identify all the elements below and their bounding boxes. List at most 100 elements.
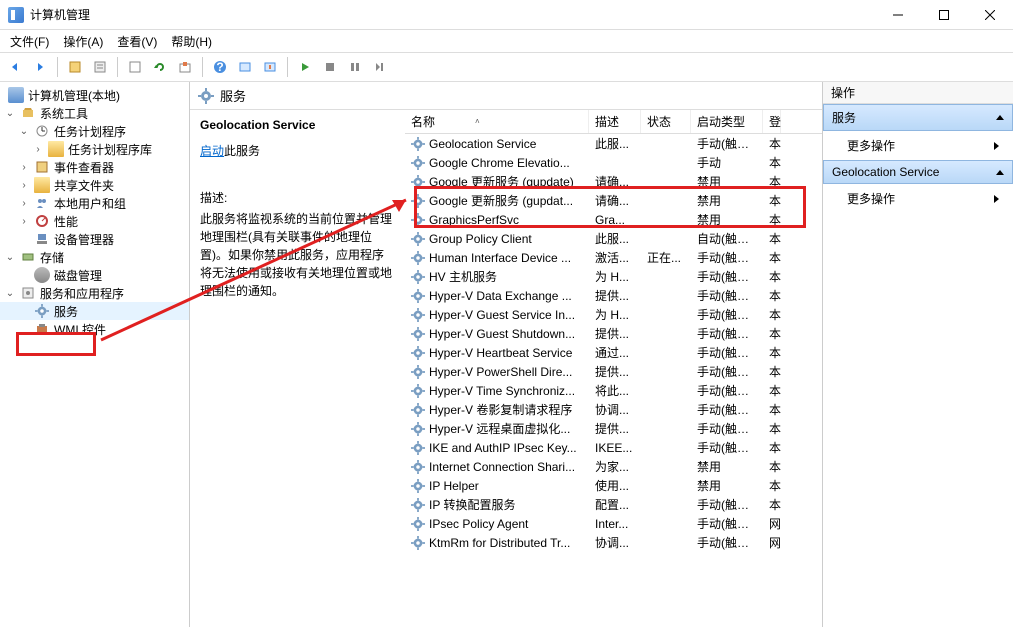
- service-row[interactable]: Hyper-V Data Exchange ...提供...手动(触发...本: [405, 286, 822, 305]
- play-button[interactable]: [294, 56, 316, 78]
- toolbar-btn-1[interactable]: [64, 56, 86, 78]
- tree-root-label: 计算机管理(本地): [28, 87, 120, 104]
- service-row[interactable]: Human Interface Device ...激活...正在...手动(触…: [405, 248, 822, 267]
- maximize-button[interactable]: [921, 0, 967, 30]
- column-startup[interactable]: 启动类型: [691, 110, 763, 133]
- menu-file[interactable]: 文件(F): [4, 31, 55, 52]
- column-status[interactable]: 状态: [641, 110, 691, 133]
- refresh-button[interactable]: [149, 56, 171, 78]
- actions-more-2[interactable]: 更多操作: [823, 184, 1013, 213]
- service-logon: 本: [763, 287, 781, 304]
- tree-task-scheduler[interactable]: ⌄任务计划程序: [0, 122, 189, 140]
- service-row[interactable]: IKE and AuthIP IPsec Key...IKEE...手动(触发.…: [405, 438, 822, 457]
- service-logon: 本: [763, 135, 781, 152]
- toolbar-btn-7[interactable]: [259, 56, 281, 78]
- column-desc[interactable]: 描述: [589, 110, 641, 133]
- service-logon: 本: [763, 458, 781, 475]
- service-desc: 为 H...: [589, 306, 641, 323]
- gear-icon: [411, 232, 425, 246]
- service-name: Hyper-V Heartbeat Service: [429, 346, 572, 360]
- service-row[interactable]: Hyper-V Time Synchroniz...将此...手动(触发...本: [405, 381, 822, 400]
- service-row[interactable]: Geolocation Service此服...手动(触发...本: [405, 134, 822, 153]
- service-row[interactable]: KtmRm for Distributed Tr...协调...手动(触发...…: [405, 533, 822, 552]
- service-row[interactable]: IP Helper使用...禁用本: [405, 476, 822, 495]
- gear-icon: [411, 194, 425, 208]
- service-row[interactable]: Hyper-V Heartbeat Service通过...手动(触发...本: [405, 343, 822, 362]
- column-logon[interactable]: 登: [763, 110, 781, 133]
- gear-icon: [411, 156, 425, 170]
- start-service-link[interactable]: 启动此服务: [200, 142, 395, 159]
- selected-service-name: Geolocation Service: [200, 118, 395, 132]
- help-button[interactable]: ?: [209, 56, 231, 78]
- service-row[interactable]: Hyper-V Guest Shutdown...提供...手动(触发...本: [405, 324, 822, 343]
- gear-icon: [411, 403, 425, 417]
- service-row[interactable]: Internet Connection Shari...为家...禁用本: [405, 457, 822, 476]
- menu-view[interactable]: 查看(V): [111, 31, 163, 52]
- center-panel: 服务 Geolocation Service 启动此服务 描述: 此服务将监视系…: [190, 82, 823, 627]
- service-row[interactable]: Group Policy Client此服...自动(触发...本: [405, 229, 822, 248]
- service-row[interactable]: IP 转换配置服务配置...手动(触发...本: [405, 495, 822, 514]
- service-row[interactable]: Hyper-V 卷影复制请求程序协调...手动(触发...本: [405, 400, 822, 419]
- export-button[interactable]: [174, 56, 196, 78]
- nav-forward-button[interactable]: [29, 56, 51, 78]
- service-row[interactable]: IPsec Policy AgentInter...手动(触发...网: [405, 514, 822, 533]
- service-row[interactable]: Google Chrome Elevatio...手动本: [405, 153, 822, 172]
- actions-section-selected[interactable]: Geolocation Service: [823, 160, 1013, 184]
- tree-shared-folders[interactable]: ›共享文件夹: [0, 176, 189, 194]
- service-desc: 将此...: [589, 382, 641, 399]
- service-row[interactable]: HV 主机服务为 H...手动(触发...本: [405, 267, 822, 286]
- tree-device-manager[interactable]: 设备管理器: [0, 230, 189, 248]
- service-name: Hyper-V 远程桌面虚拟化...: [429, 420, 570, 437]
- tree-label: 性能: [54, 213, 78, 230]
- tree-event-viewer[interactable]: ›事件查看器: [0, 158, 189, 176]
- service-row[interactable]: GraphicsPerfSvcGra...禁用本: [405, 210, 822, 229]
- close-button[interactable]: [967, 0, 1013, 30]
- service-startup: 手动: [691, 154, 763, 171]
- service-row[interactable]: Hyper-V Guest Service In...为 H...手动(触发..…: [405, 305, 822, 324]
- navigation-tree[interactable]: 计算机管理(本地) ⌄系统工具 ⌄任务计划程序 ›任务计划程序库 ›事件查看器 …: [0, 82, 190, 627]
- service-logon: 本: [763, 192, 781, 209]
- service-row[interactable]: Google 更新服务 (gupdate)请确...禁用本: [405, 172, 822, 191]
- restart-button[interactable]: [369, 56, 391, 78]
- toolbar-btn-6[interactable]: [234, 56, 256, 78]
- service-name: HV 主机服务: [429, 268, 497, 285]
- gear-icon: [198, 88, 214, 104]
- actions-more-1[interactable]: 更多操作: [823, 131, 1013, 160]
- list-header: 名称˄ 描述 状态 启动类型 登: [405, 110, 822, 134]
- service-name: Hyper-V PowerShell Dire...: [429, 365, 572, 379]
- service-startup: 自动(触发...: [691, 230, 763, 247]
- service-startup: 手动(触发...: [691, 496, 763, 513]
- tree-services-apps[interactable]: ⌄服务和应用程序: [0, 284, 189, 302]
- column-name[interactable]: 名称˄: [405, 110, 589, 133]
- tree-root[interactable]: 计算机管理(本地): [0, 86, 189, 104]
- service-logon: 网: [763, 515, 781, 532]
- tree-wmi[interactable]: WMI 控件: [0, 320, 189, 338]
- menu-action[interactable]: 操作(A): [57, 31, 109, 52]
- minimize-button[interactable]: [875, 0, 921, 30]
- tree-system-tools[interactable]: ⌄系统工具: [0, 104, 189, 122]
- tree-performance[interactable]: ›性能: [0, 212, 189, 230]
- service-startup: 禁用: [691, 173, 763, 190]
- tree-label: 共享文件夹: [54, 177, 114, 194]
- gear-icon: [411, 460, 425, 474]
- tree-storage[interactable]: ⌄存储: [0, 248, 189, 266]
- tree-local-users[interactable]: ›本地用户和组: [0, 194, 189, 212]
- toolbar-btn-3[interactable]: [124, 56, 146, 78]
- service-name: Hyper-V Guest Shutdown...: [429, 327, 575, 341]
- service-row[interactable]: Hyper-V 远程桌面虚拟化...提供...手动(触发...本: [405, 419, 822, 438]
- service-row[interactable]: Google 更新服务 (gupdat...请确...禁用本: [405, 191, 822, 210]
- service-row[interactable]: Hyper-V PowerShell Dire...提供...手动(触发...本: [405, 362, 822, 381]
- actions-section-services[interactable]: 服务: [823, 104, 1013, 131]
- menu-help[interactable]: 帮助(H): [165, 31, 218, 52]
- tree-services[interactable]: 服务: [0, 302, 189, 320]
- nav-back-button[interactable]: [4, 56, 26, 78]
- stop-button[interactable]: [319, 56, 341, 78]
- tree-disk-mgmt[interactable]: 磁盘管理: [0, 266, 189, 284]
- toolbar-btn-2[interactable]: [89, 56, 111, 78]
- service-desc: 使用...: [589, 477, 641, 494]
- service-desc: 提供...: [589, 325, 641, 342]
- window-title: 计算机管理: [30, 6, 875, 23]
- tree-task-scheduler-lib[interactable]: ›任务计划程序库: [0, 140, 189, 158]
- service-startup: 手动(触发...: [691, 420, 763, 437]
- pause-button[interactable]: [344, 56, 366, 78]
